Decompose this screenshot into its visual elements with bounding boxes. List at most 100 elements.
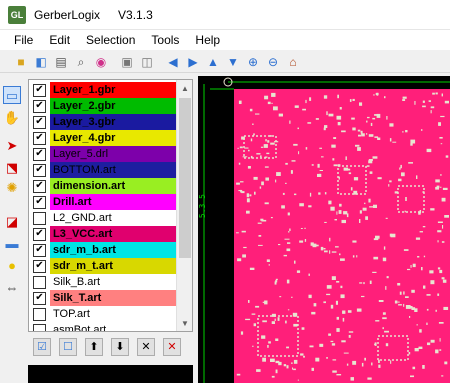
open-file-icon[interactable]: ◧ bbox=[32, 53, 50, 71]
pan-left-icon[interactable]: ◀ bbox=[164, 53, 182, 71]
pan-right-icon[interactable]: ▶ bbox=[184, 53, 202, 71]
pcb-pad bbox=[292, 367, 293, 370]
layer-row[interactable]: ✔ Layer_1.gbr bbox=[29, 82, 176, 98]
pcb-pad bbox=[390, 360, 392, 364]
pan-up-icon[interactable]: ▲ bbox=[204, 53, 222, 71]
scroll-up-arrow-icon[interactable]: ▲ bbox=[177, 80, 192, 96]
pcb-pad bbox=[382, 327, 384, 330]
pcb-pad bbox=[386, 116, 388, 120]
menu-selection[interactable]: Selection bbox=[78, 33, 143, 47]
pcb-pad bbox=[352, 98, 355, 101]
pcb-pad bbox=[411, 289, 415, 293]
layer-checkbox[interactable]: ✔ bbox=[33, 83, 46, 97]
move-down-icon[interactable]: ⬇ bbox=[111, 338, 129, 356]
pcb-pad bbox=[287, 309, 290, 311]
layer-row[interactable]: ✔ Layer_3.gbr bbox=[29, 114, 176, 130]
open-folder-icon[interactable]: ■ bbox=[12, 53, 30, 71]
layer-checkbox[interactable] bbox=[33, 211, 46, 225]
pcb-pad bbox=[240, 189, 242, 193]
pcb-pad bbox=[416, 324, 418, 326]
pcb-pad bbox=[309, 345, 314, 348]
layer-checkbox[interactable]: ✔ bbox=[33, 243, 46, 257]
print-icon[interactable]: ▤ bbox=[52, 53, 70, 71]
scale-icon[interactable]: ⇔ bbox=[3, 278, 21, 296]
layer-row[interactable]: TOP.art bbox=[29, 306, 176, 322]
scroll-down-arrow-icon[interactable]: ▼ bbox=[177, 315, 192, 331]
layer-checkbox[interactable]: ✔ bbox=[33, 195, 46, 209]
layer-checkbox[interactable]: ✔ bbox=[33, 227, 46, 241]
pcb-pad bbox=[356, 255, 358, 258]
zoom-out-icon[interactable]: ⊖ bbox=[264, 53, 282, 71]
layer-row[interactable]: ✔ dimension.art bbox=[29, 178, 176, 194]
layer-row[interactable]: asmBot.art bbox=[29, 322, 176, 331]
layer-checkbox[interactable] bbox=[33, 323, 46, 331]
measure-icon[interactable]: ◪ bbox=[3, 212, 21, 230]
layer-row[interactable]: ✔ Drill.art bbox=[29, 194, 176, 210]
pcb-canvas[interactable]: 5.3 5 bbox=[198, 76, 450, 383]
pcb-pad bbox=[441, 375, 444, 377]
pcb-pad bbox=[366, 133, 368, 135]
check-all-icon[interactable]: ☑ bbox=[33, 338, 51, 356]
menu-file[interactable]: File bbox=[0, 33, 41, 47]
layer-row[interactable]: ✔ Silk_T.art bbox=[29, 290, 176, 306]
color-wheel-icon[interactable]: ◉ bbox=[92, 53, 110, 71]
pcb-pad bbox=[271, 102, 273, 104]
layer-checkbox[interactable] bbox=[33, 307, 46, 321]
layer-row[interactable]: Silk_B.art bbox=[29, 274, 176, 290]
pcb-pad bbox=[293, 359, 298, 364]
print-preview-icon[interactable]: ⌕ bbox=[72, 53, 90, 71]
layer-checkbox[interactable]: ✔ bbox=[33, 99, 46, 113]
layer-row[interactable]: ✔ sdr_m_t.art bbox=[29, 258, 176, 274]
layer-checkbox[interactable] bbox=[33, 275, 46, 289]
pcb-board bbox=[234, 89, 450, 383]
layer-row[interactable]: ✔ L3_VCC.art bbox=[29, 226, 176, 242]
pan-hand-icon[interactable]: ✋ bbox=[3, 108, 21, 126]
export-icon[interactable]: ▣ bbox=[118, 53, 136, 71]
pcb-pad bbox=[407, 268, 411, 271]
save-image-icon[interactable]: ◫ bbox=[138, 53, 156, 71]
layer-checkbox[interactable]: ✔ bbox=[33, 131, 46, 145]
uncheck-all-icon[interactable]: ☐ bbox=[59, 338, 77, 356]
zoom-in-icon[interactable]: ⊕ bbox=[244, 53, 262, 71]
layer-checkbox[interactable]: ✔ bbox=[33, 291, 46, 305]
layer-row[interactable]: L2_GND.art bbox=[29, 210, 176, 226]
pcb-pad bbox=[352, 255, 355, 258]
layer-checkbox[interactable]: ✔ bbox=[33, 147, 46, 161]
light-icon[interactable]: ● bbox=[3, 256, 21, 274]
pcb-pad bbox=[302, 108, 306, 111]
rectangle-icon[interactable]: ▬ bbox=[3, 234, 21, 252]
pcb-pad bbox=[444, 100, 449, 104]
layer-checkbox[interactable]: ✔ bbox=[33, 179, 46, 193]
select-icon[interactable]: ▭ bbox=[3, 86, 21, 104]
home-icon[interactable]: ⌂ bbox=[284, 53, 302, 71]
tool-strip: ▭ ✋ ➤ ⬔ ✺ ◪ ▬ ● ⇔ bbox=[0, 84, 24, 383]
pcb-pad bbox=[329, 237, 331, 242]
highlight-icon[interactable]: ✺ bbox=[3, 178, 21, 196]
layer-name: sdr_m_b.art bbox=[50, 242, 176, 258]
layer-row[interactable]: ✔ Layer_5.drl bbox=[29, 146, 176, 162]
pcb-pad bbox=[275, 280, 278, 283]
layer-row[interactable]: ✔ Layer_2.gbr bbox=[29, 98, 176, 114]
pan-down-icon[interactable]: ▼ bbox=[224, 53, 242, 71]
menu-help[interactable]: Help bbox=[187, 33, 228, 47]
scrollbar-thumb[interactable] bbox=[179, 98, 191, 258]
menu-edit[interactable]: Edit bbox=[41, 33, 78, 47]
layer-checkbox[interactable]: ✔ bbox=[33, 163, 46, 177]
remove-all-icon[interactable]: ✕ bbox=[163, 338, 181, 356]
pointer-icon[interactable]: ➤ bbox=[3, 136, 21, 154]
layer-row[interactable]: ✔ Layer_4.gbr bbox=[29, 130, 176, 146]
pcb-pad bbox=[353, 177, 359, 181]
menu-tools[interactable]: Tools bbox=[143, 33, 187, 47]
move-up-icon[interactable]: ⬆ bbox=[85, 338, 103, 356]
pcb-view bbox=[203, 77, 450, 383]
select-area-icon[interactable]: ⬔ bbox=[3, 158, 21, 176]
layer-checkbox[interactable]: ✔ bbox=[33, 115, 46, 129]
pcb-pad bbox=[408, 162, 413, 164]
layer-list-scrollbar[interactable]: ▲ ▼ bbox=[176, 80, 192, 331]
layer-checkbox[interactable]: ✔ bbox=[33, 259, 46, 273]
layer-row[interactable]: ✔ sdr_m_b.art bbox=[29, 242, 176, 258]
remove-icon[interactable]: ✕ bbox=[137, 338, 155, 356]
layer-list[interactable]: ✔ Layer_1.gbr ✔ Layer_2.gbr ✔ Layer_3.gbr ✔ Lay… bbox=[28, 79, 193, 332]
pcb-pad bbox=[348, 331, 354, 333]
layer-row[interactable]: ✔ BOTTOM.art bbox=[29, 162, 176, 178]
